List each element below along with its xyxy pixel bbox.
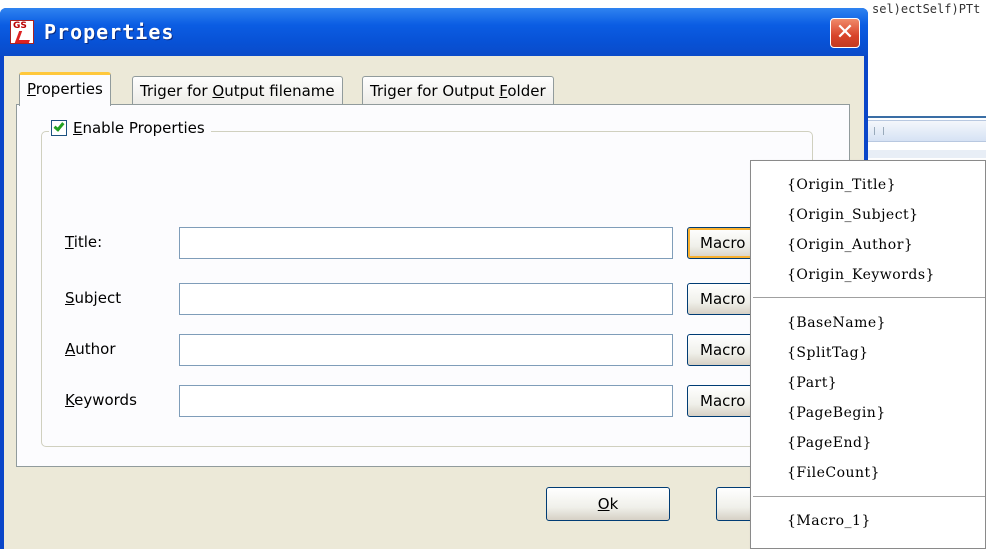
keywords-label: Keywords — [65, 391, 137, 409]
close-button[interactable]: ✕ — [830, 18, 860, 48]
author-input[interactable] — [179, 334, 673, 366]
menu-item-filecount[interactable]: {FileCount} — [787, 465, 880, 481]
menu-item-origin-keywords[interactable]: {Origin_Keywords} — [787, 267, 935, 283]
checkmark-icon — [53, 120, 65, 132]
menu-item-pageend[interactable]: {PageEnd} — [787, 435, 872, 451]
properties-dialog: GS Properties ✕ Properties Triger for Ou… — [0, 8, 868, 549]
background-divider — [866, 116, 986, 118]
tab-panel-properties: Enable Properties Title: Macro Subject M… — [16, 104, 850, 467]
subject-label: Subject — [65, 289, 122, 307]
author-label: Author — [65, 340, 116, 358]
enable-properties-label: Enable Properties — [73, 119, 205, 137]
enable-properties-checkbox[interactable] — [51, 120, 67, 136]
menu-item-basename[interactable]: {BaseName} — [787, 315, 886, 331]
menu-item-origin-title[interactable]: {Origin_Title} — [787, 177, 896, 193]
title-input[interactable] — [179, 227, 673, 259]
menu-separator — [753, 297, 985, 299]
macro-popup-menu: {Origin_Title} {Origin_Subject} {Origin_… — [750, 160, 986, 549]
tab-triger-output-folder[interactable]: Triger for Output Folder — [362, 76, 554, 106]
menu-item-pagebegin[interactable]: {PageBegin} — [787, 405, 886, 421]
menu-item-macro-1[interactable]: {Macro_1} — [787, 513, 871, 529]
background-scrollbar[interactable] — [866, 120, 986, 142]
menu-separator — [753, 496, 985, 498]
screen: sel)ectSelf)PTt GS Properties ✕ Properti… — [0, 0, 986, 549]
window-title: Properties — [44, 20, 175, 44]
title-bar[interactable]: GS Properties ✕ — [0, 8, 868, 56]
background-strip — [866, 150, 986, 158]
app-logo-icon: GS — [10, 20, 34, 44]
tab-triger-output-filename[interactable]: Triger for Output filename — [132, 76, 343, 106]
scrollbar-grip[interactable] — [874, 127, 884, 135]
subject-input[interactable] — [179, 283, 673, 315]
close-icon: ✕ — [835, 20, 855, 45]
keywords-input[interactable] — [179, 385, 673, 417]
dialog-client-area: Properties Triger for Output filename Tr… — [4, 56, 864, 549]
tab-properties[interactable]: Properties — [19, 72, 111, 106]
menu-item-splittag[interactable]: {SplitTag} — [787, 345, 869, 361]
background-code-text: sel)ectSelf)PTt — [872, 2, 981, 16]
enable-properties-toggle[interactable]: Enable Properties — [49, 119, 211, 137]
ok-button[interactable]: Ok — [546, 487, 670, 521]
menu-item-part[interactable]: {Part} — [787, 375, 837, 391]
menu-item-origin-author[interactable]: {Origin_Author} — [787, 237, 913, 253]
menu-item-origin-subject[interactable]: {Origin_Subject} — [787, 207, 919, 223]
title-label: Title: — [65, 233, 103, 251]
